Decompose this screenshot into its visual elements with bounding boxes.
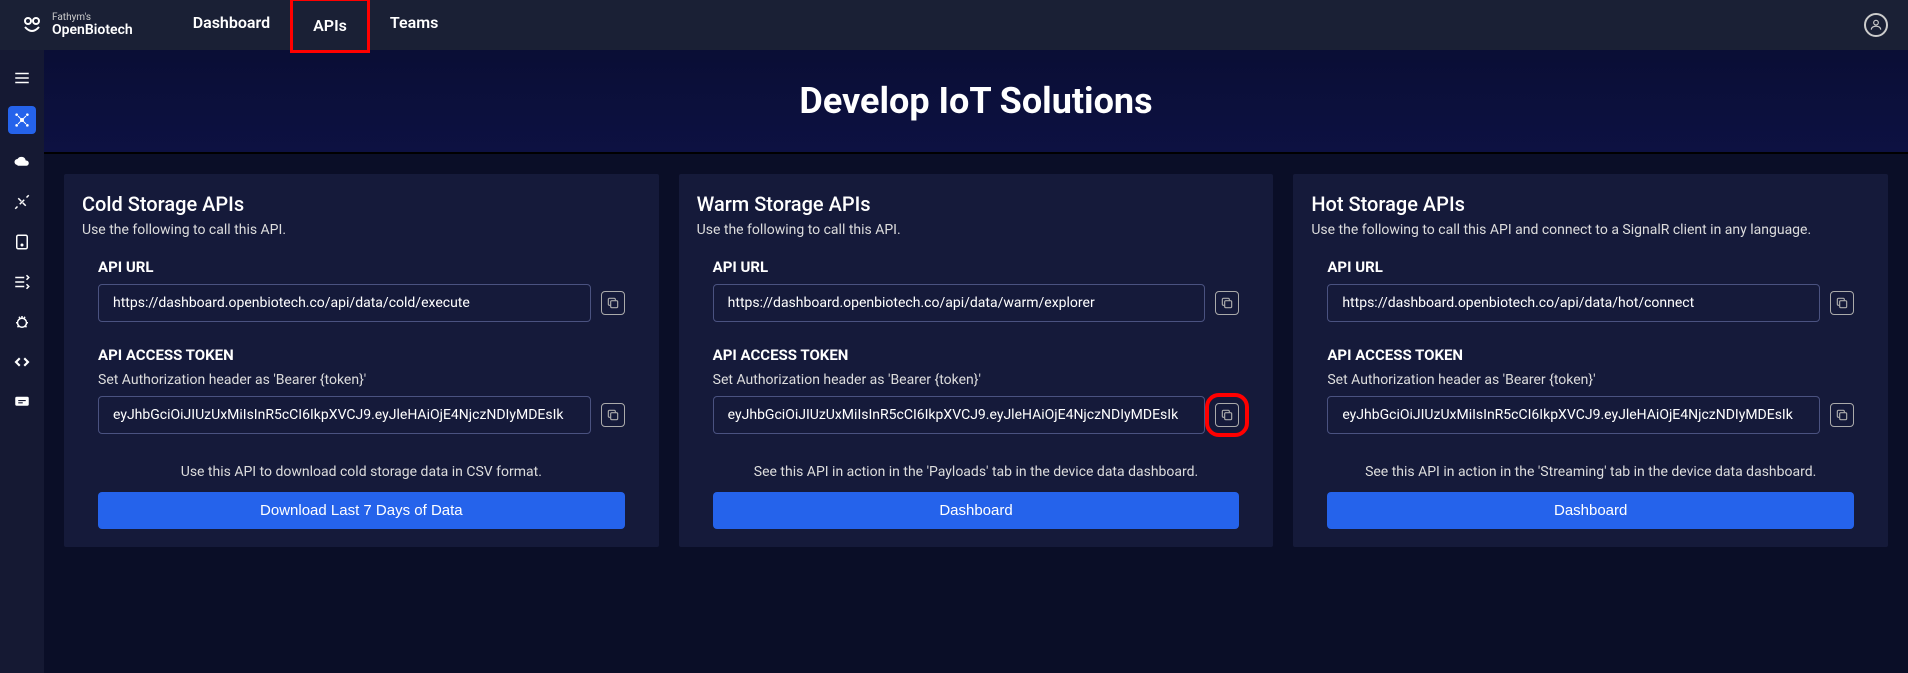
sidebar <box>0 50 44 673</box>
api-token-input[interactable]: eyJhbGciOiJIUzUxMiIsInR5cCI6IkpXVCJ9.eyJ… <box>98 396 591 434</box>
logo[interactable]: Fathym's OpenBiotech <box>20 13 133 37</box>
card-subtitle: Use the following to call this API and c… <box>1311 222 1870 238</box>
hero: Develop IoT Solutions <box>44 50 1908 154</box>
api-url-label: API URL <box>98 258 625 276</box>
sidebar-item-plug[interactable] <box>10 190 34 214</box>
page-title: Develop IoT Solutions <box>74 80 1878 122</box>
sidebar-item-iot[interactable] <box>8 106 36 134</box>
api-token-label: API ACCESS TOKEN <box>98 346 625 364</box>
brand-text: Fathym's OpenBiotech <box>52 13 133 37</box>
card-cold-storage: Cold Storage APIs Use the following to c… <box>64 174 659 547</box>
api-token-hint: Set Authorization header as 'Bearer {tok… <box>1327 372 1854 388</box>
card-subtitle: Use the following to call this API. <box>697 222 1256 238</box>
sidebar-item-code[interactable] <box>10 350 34 374</box>
dashboard-button[interactable]: Dashboard <box>1327 492 1854 529</box>
sidebar-item-device[interactable] <box>10 230 34 254</box>
card-title: Cold Storage APIs <box>82 192 641 216</box>
download-button[interactable]: Download Last 7 Days of Data <box>98 492 625 529</box>
brand-logo-icon <box>20 13 44 37</box>
card-hot-storage: Hot Storage APIs Use the following to ca… <box>1293 174 1888 547</box>
api-token-input[interactable]: eyJhbGciOiJIUzUxMiIsInR5cCI6IkpXVCJ9.eyJ… <box>713 396 1206 434</box>
api-url-label: API URL <box>1327 258 1854 276</box>
card-title: Warm Storage APIs <box>697 192 1256 216</box>
api-url-input[interactable]: https://dashboard.openbiotech.co/api/dat… <box>1327 284 1820 322</box>
api-url-input[interactable]: https://dashboard.openbiotech.co/api/dat… <box>713 284 1206 322</box>
card-subtitle: Use the following to call this API. <box>82 222 641 238</box>
topbar: Fathym's OpenBiotech Dashboard APIs Team… <box>0 0 1908 50</box>
copy-icon[interactable] <box>1215 403 1239 427</box>
card-desc: See this API in action in the 'Payloads'… <box>713 464 1240 480</box>
sidebar-item-bug[interactable] <box>10 310 34 334</box>
sidebar-item-cloud[interactable] <box>10 150 34 174</box>
copy-icon[interactable] <box>601 291 625 315</box>
card-desc: See this API in action in the 'Streaming… <box>1327 464 1854 480</box>
content: Develop IoT Solutions Cold Storage APIs … <box>44 50 1908 673</box>
nav-tabs: Dashboard APIs Teams <box>173 0 459 53</box>
cards-area: Cold Storage APIs Use the following to c… <box>44 154 1908 567</box>
nav-tab-dashboard[interactable]: Dashboard <box>173 0 290 53</box>
api-token-input[interactable]: eyJhbGciOiJIUzUxMiIsInR5cCI6IkpXVCJ9.eyJ… <box>1327 396 1820 434</box>
card-desc: Use this API to download cold storage da… <box>98 464 625 480</box>
nav-tab-apis[interactable]: APIs <box>290 0 370 53</box>
sidebar-menu-icon[interactable] <box>10 66 34 90</box>
sidebar-item-chat[interactable] <box>10 390 34 414</box>
account-icon[interactable] <box>1864 13 1888 37</box>
copy-icon[interactable] <box>1830 291 1854 315</box>
api-token-hint: Set Authorization header as 'Bearer {tok… <box>713 372 1240 388</box>
api-url-input[interactable]: https://dashboard.openbiotech.co/api/dat… <box>98 284 591 322</box>
api-token-label: API ACCESS TOKEN <box>1327 346 1854 364</box>
copy-icon[interactable] <box>1830 403 1854 427</box>
copy-icon[interactable] <box>601 403 625 427</box>
nav-tab-teams[interactable]: Teams <box>370 0 458 53</box>
card-title: Hot Storage APIs <box>1311 192 1870 216</box>
dashboard-button[interactable]: Dashboard <box>713 492 1240 529</box>
api-token-hint: Set Authorization header as 'Bearer {tok… <box>98 372 625 388</box>
copy-icon[interactable] <box>1215 291 1239 315</box>
api-url-label: API URL <box>713 258 1240 276</box>
api-token-label: API ACCESS TOKEN <box>713 346 1240 364</box>
sidebar-item-flow[interactable] <box>10 270 34 294</box>
card-warm-storage: Warm Storage APIs Use the following to c… <box>679 174 1274 547</box>
